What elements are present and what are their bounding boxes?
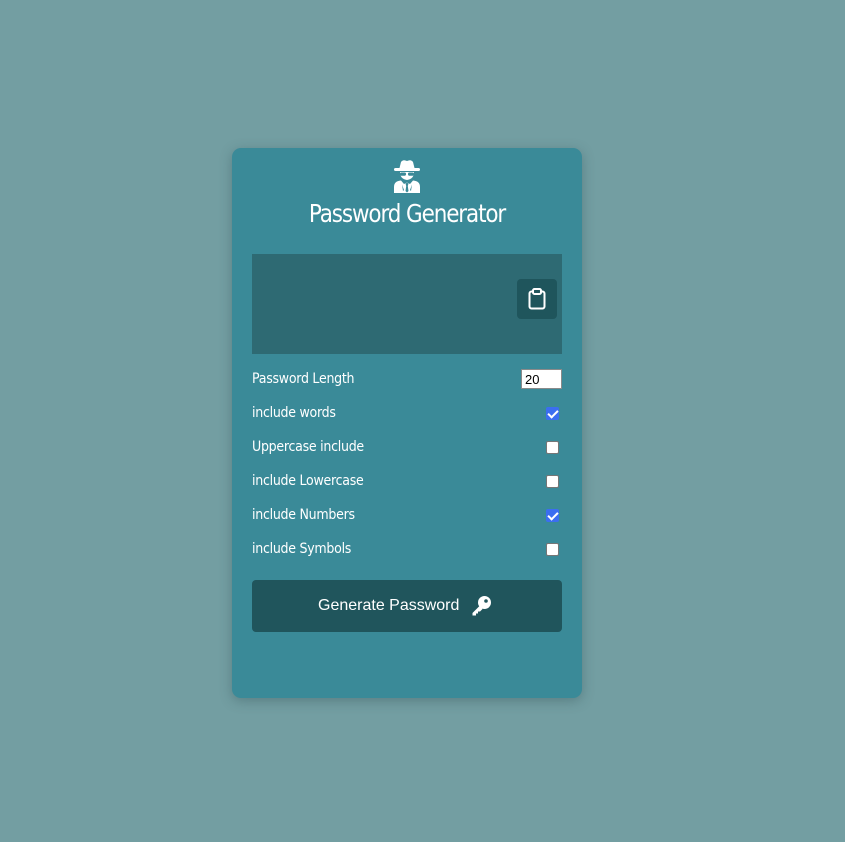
clipboard-icon xyxy=(528,288,546,310)
numbers-checkbox[interactable] xyxy=(546,509,559,522)
setting-length: Password Length xyxy=(252,369,562,391)
password-result-box xyxy=(252,254,562,354)
setting-numbers: include Numbers xyxy=(252,505,562,527)
numbers-label: include Numbers xyxy=(252,507,355,523)
password-length-label: Password Length xyxy=(252,371,355,387)
copy-button[interactable] xyxy=(517,279,557,319)
setting-words: include words xyxy=(252,403,562,425)
lowercase-checkbox[interactable] xyxy=(546,475,559,488)
lowercase-label: include Lowercase xyxy=(252,473,364,489)
setting-symbols: include Symbols xyxy=(252,539,562,561)
password-length-input[interactable] xyxy=(521,369,562,389)
generate-password-label: Generate Password xyxy=(318,597,460,614)
key-icon xyxy=(470,595,492,622)
include-words-checkbox[interactable] xyxy=(546,407,559,420)
user-secret-icon xyxy=(391,159,423,193)
password-generator-card: Password Generator Password Length inclu… xyxy=(232,148,582,698)
generate-password-button[interactable]: Generate Password xyxy=(252,580,562,632)
header xyxy=(232,159,582,198)
uppercase-label: Uppercase include xyxy=(252,439,364,455)
symbols-label: include Symbols xyxy=(252,541,352,557)
uppercase-checkbox[interactable] xyxy=(546,441,559,454)
symbols-checkbox[interactable] xyxy=(546,543,559,556)
setting-uppercase: Uppercase include xyxy=(252,437,562,459)
include-words-label: include words xyxy=(252,405,336,421)
page-title: Password Generator xyxy=(308,199,506,228)
setting-lowercase: include Lowercase xyxy=(252,471,562,493)
